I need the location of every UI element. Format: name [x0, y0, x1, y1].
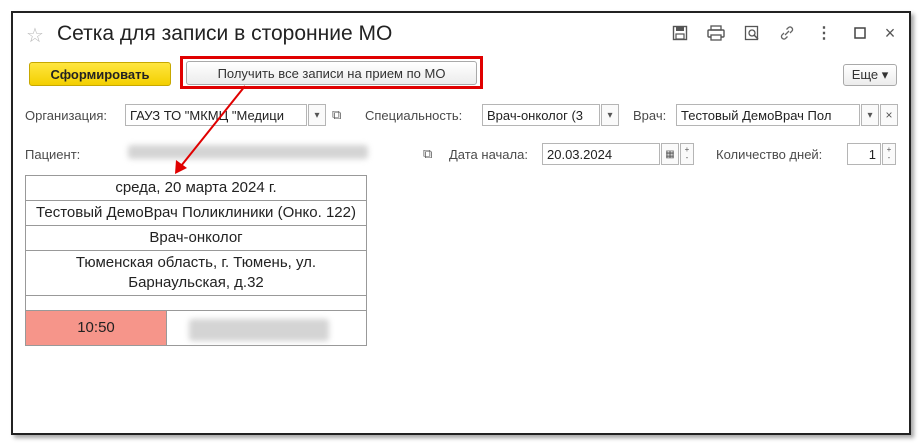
get-all-appointments-button[interactable]: Получить все записи на прием по МО: [186, 61, 477, 85]
organization-field[interactable]: ГАУЗ ТО "МКМЦ "Медици: [125, 104, 307, 126]
calendar-icon[interactable]: ▦: [661, 143, 679, 165]
save-icon[interactable]: [670, 23, 690, 43]
preview-icon[interactable]: [742, 23, 762, 43]
doctor-label: Врач:: [633, 108, 667, 123]
organization-dropdown-icon[interactable]: ▾: [308, 104, 326, 126]
slot-patient-cell[interactable]: [166, 310, 367, 346]
start-date-label: Дата начала:: [449, 147, 528, 162]
schedule-specialty: Врач-онколог: [25, 225, 367, 251]
window-title: Сетка для записи в сторонние МО: [57, 22, 393, 45]
form-button[interactable]: Сформировать: [29, 62, 171, 86]
days-count-label: Количество дней:: [716, 147, 823, 162]
link-icon[interactable]: [777, 23, 797, 43]
patient-open-icon[interactable]: ⧉: [423, 146, 432, 162]
organization-label: Организация:: [25, 108, 108, 123]
maximize-icon[interactable]: [850, 23, 870, 43]
patient-label: Пациент:: [25, 147, 81, 162]
more-menu-icon[interactable]: ⋮: [814, 23, 834, 43]
time-slot[interactable]: 10:50: [25, 310, 167, 346]
days-stepper-icon[interactable]: + -: [882, 143, 896, 165]
doctor-field[interactable]: Тестовый ДемоВрач Пол: [676, 104, 860, 126]
print-icon[interactable]: [706, 23, 726, 43]
schedule-address: Тюменская область, г. Тюмень, ул. Барнау…: [25, 250, 367, 296]
start-date-field[interactable]: 20.03.2024: [542, 143, 660, 165]
schedule-spacer: [25, 295, 367, 311]
specialty-dropdown-icon[interactable]: ▾: [601, 104, 619, 126]
doctor-clear-icon[interactable]: ×: [880, 104, 898, 126]
schedule-grid: среда, 20 марта 2024 г. Тестовый ДемоВра…: [25, 175, 367, 346]
favorite-star-icon[interactable]: ☆: [26, 23, 44, 48]
organization-open-icon[interactable]: ⧉: [332, 107, 341, 123]
patient-name-blurred: [128, 145, 368, 159]
specialty-field[interactable]: Врач-онколог (3: [482, 104, 600, 126]
specialty-label: Специальность:: [365, 108, 463, 123]
doctor-dropdown-icon[interactable]: ▾: [861, 104, 879, 126]
days-count-field[interactable]: 1: [847, 143, 881, 165]
close-icon[interactable]: ×: [880, 23, 900, 43]
slot-patient-blurred: [189, 319, 329, 341]
schedule-date: среда, 20 марта 2024 г.: [25, 175, 367, 201]
form-window: ☆ Сетка для записи в сторонние МО ⋮ × Сф…: [11, 11, 911, 435]
date-stepper-icon[interactable]: + -: [680, 143, 694, 165]
schedule-doctor: Тестовый ДемоВрач Поликлиники (Онко. 122…: [25, 200, 367, 226]
more-button[interactable]: Еще ▾: [843, 64, 897, 86]
